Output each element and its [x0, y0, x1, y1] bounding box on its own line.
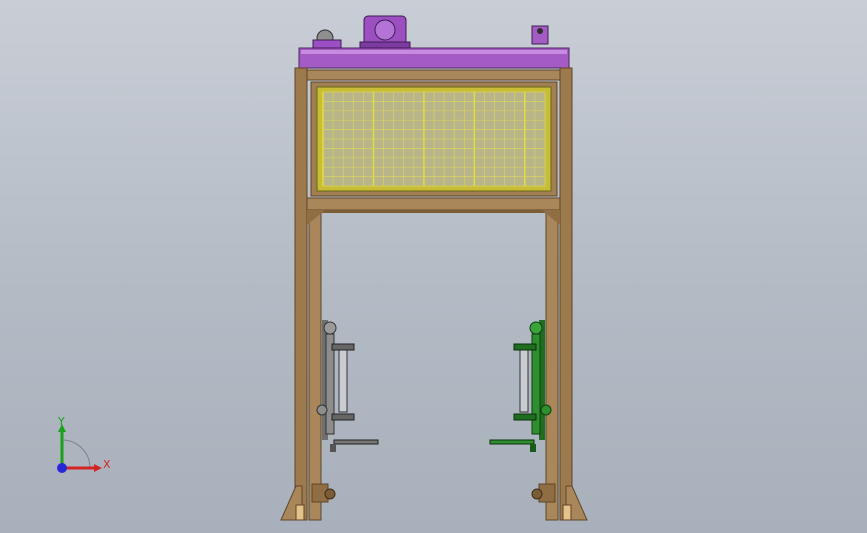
left-inner-post[interactable] [308, 211, 322, 521]
x-axis-label: X [103, 458, 111, 471]
motor-fan [374, 19, 396, 41]
left-foot-plate [295, 504, 305, 521]
left-wheel[interactable] [324, 488, 336, 500]
right-outer-post[interactable] [559, 67, 573, 521]
motor-base [359, 41, 411, 49]
top-cross-beam[interactable] [306, 69, 561, 81]
right-inner-post[interactable] [545, 211, 559, 521]
y-axis-label: Y [57, 415, 65, 428]
right-gripper[interactable] [489, 320, 552, 452]
right-gripper-cylinder[interactable] [519, 349, 529, 413]
mesh-panel[interactable] [310, 81, 558, 197]
right-gripper-jaw[interactable] [489, 439, 535, 445]
left-gripper-top-joint[interactable] [323, 321, 337, 335]
x-axis-arrow [94, 464, 102, 472]
left-gripper-upper-clamp [331, 343, 355, 351]
left-gripper-lower-clamp [331, 413, 355, 421]
middle-cross-shadow [307, 210, 560, 213]
right-gripper-upper-clamp [513, 343, 537, 351]
left-outer-post[interactable] [294, 67, 308, 521]
axis-triad[interactable]: Y X [57, 415, 111, 473]
top-beam-highlight [301, 50, 567, 54]
z-axis-origin [57, 463, 67, 473]
right-wheel[interactable] [531, 488, 543, 500]
cad-viewport[interactable]: Y X [0, 0, 867, 533]
right-gripper-top-joint[interactable] [529, 321, 543, 335]
left-gripper-jaw[interactable] [333, 439, 379, 445]
right-gripper-mid-joint[interactable] [540, 404, 552, 416]
triad-arc [61, 439, 91, 469]
right-gripper-foot [530, 444, 536, 452]
left-gripper-mid-joint[interactable] [316, 404, 328, 416]
right-gripper-lower-clamp [513, 413, 537, 421]
left-gripper-foot [330, 444, 336, 452]
right-bearing-bolt [537, 28, 543, 34]
model-view[interactable]: Y X [0, 0, 867, 533]
left-bearing-base [312, 39, 342, 49]
left-gripper[interactable] [316, 320, 379, 452]
right-foot-plate [562, 504, 572, 521]
middle-cross-beam[interactable] [306, 197, 561, 211]
top-beam-assembly[interactable] [298, 15, 570, 69]
left-gripper-cylinder[interactable] [338, 349, 348, 413]
